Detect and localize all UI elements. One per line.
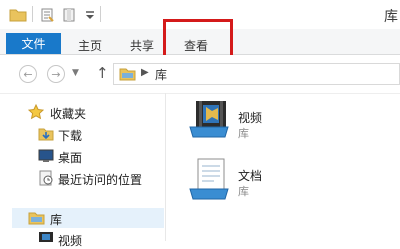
tab-home[interactable]: 主页 (78, 37, 102, 54)
forward-arrow-icon: → (51, 67, 61, 81)
library-item-documents[interactable]: 文档 库 (186, 157, 286, 205)
up-arrow-icon[interactable]: ↑ (96, 64, 109, 82)
window-title: 库 (384, 9, 398, 25)
tab-file[interactable]: 文件 (6, 33, 61, 54)
nav-item-desktop[interactable]: 桌面 (58, 149, 82, 166)
qat-dropdown-icon[interactable] (85, 8, 95, 22)
tab-share[interactable]: 共享 (130, 37, 154, 54)
library-item-name: 视频 (238, 111, 263, 125)
star-icon (28, 104, 44, 120)
recent-dropdown-icon[interactable]: ▼ (72, 68, 79, 78)
download-folder-icon (38, 128, 54, 141)
address-field[interactable]: ▶ 库 (113, 63, 400, 85)
document-library-icon (189, 158, 229, 200)
properties-icon[interactable] (40, 8, 54, 22)
qat-separator (100, 6, 101, 22)
video-library-icon (39, 232, 53, 242)
breadcrumb-separator[interactable]: ▶ (141, 67, 149, 78)
recent-places-icon (39, 170, 53, 186)
breadcrumb-item-library[interactable]: 库 (155, 66, 167, 83)
library-icon (119, 68, 136, 81)
library-item-type: 库 (238, 185, 249, 198)
library-item-videos[interactable]: 视频 库 (186, 97, 286, 143)
desktop-icon (38, 149, 54, 162)
library-item-name: 文档 (238, 169, 263, 183)
folder-icon (9, 9, 27, 22)
qat-separator (32, 6, 33, 22)
back-button[interactable]: ← (19, 65, 37, 83)
library-item-type: 库 (238, 127, 249, 140)
forward-button[interactable]: → (47, 65, 65, 83)
new-folder-icon[interactable] (62, 8, 76, 22)
nav-item-recent-places[interactable]: 最近访问的位置 (58, 171, 142, 188)
library-icon (28, 212, 45, 225)
nav-favorites[interactable]: 收藏夹 (50, 105, 86, 122)
back-arrow-icon: ← (23, 67, 33, 81)
nav-item-downloads[interactable]: 下载 (58, 127, 82, 144)
nav-libraries[interactable]: 库 (50, 211, 62, 228)
video-library-icon (189, 101, 229, 138)
